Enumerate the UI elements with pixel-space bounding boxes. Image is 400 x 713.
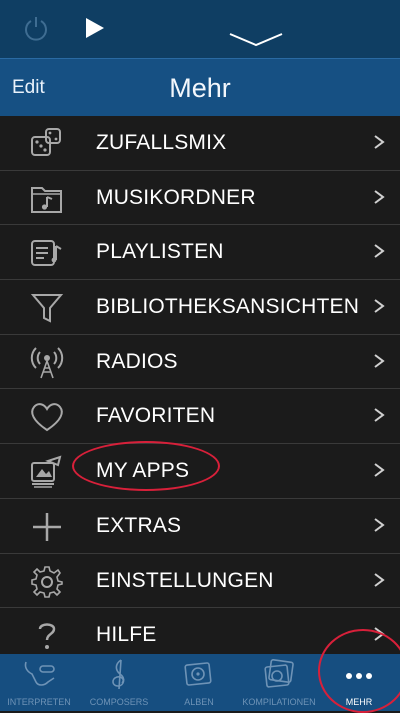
radio-tower-icon xyxy=(30,347,64,379)
apps-icon xyxy=(31,455,62,488)
more-menu-list: ZUFALLSMIX MUSIKORDNER PLAYLISTEN BIBLIO… xyxy=(0,116,400,663)
chevron-right-icon xyxy=(374,408,385,423)
menu-item-label: MY APPS xyxy=(96,459,190,483)
filter-icon xyxy=(30,294,64,323)
chevron-right-icon xyxy=(374,189,385,204)
collapse-chevron-icon[interactable] xyxy=(228,30,284,50)
chevron-right-icon xyxy=(374,463,385,477)
chevron-right-icon xyxy=(374,627,385,641)
menu-item-playlisten[interactable]: PLAYLISTEN xyxy=(0,225,400,281)
more-dots-icon xyxy=(346,673,372,679)
chevron-right-icon xyxy=(374,572,385,587)
play-icon[interactable] xyxy=(84,16,106,40)
menu-item-label: EXTRAS xyxy=(96,513,182,537)
plus-icon xyxy=(33,512,61,541)
menu-item-label: ZUFALLSMIX xyxy=(96,131,227,154)
chevron-right-icon xyxy=(374,353,385,368)
menu-item-bibliotheksansichten[interactable]: BIBLIOTHEKSANSICHTEN xyxy=(0,280,400,335)
album-icon xyxy=(184,662,212,686)
compilation-icon xyxy=(264,659,294,688)
menu-item-extras[interactable]: EXTRAS xyxy=(0,499,400,554)
menu-item-label: FAVORITEN xyxy=(96,404,216,428)
tab-kompilationen[interactable]: KOMPILATIONEN xyxy=(240,654,318,711)
menu-item-favoriten[interactable]: FAVORITEN xyxy=(0,389,400,445)
chevron-right-icon xyxy=(374,135,385,149)
heart-icon xyxy=(31,403,63,432)
chevron-right-icon xyxy=(374,518,385,532)
chevron-right-icon xyxy=(374,299,385,313)
menu-item-label: EINSTELLUNGEN xyxy=(96,568,274,592)
menu-item-my-apps[interactable]: MY APPS xyxy=(0,444,400,499)
page-title: Mehr xyxy=(169,73,231,103)
menu-item-label: RADIOS xyxy=(96,349,178,373)
menu-item-radios[interactable]: RADIOS xyxy=(0,335,400,390)
menu-item-label: PLAYLISTEN xyxy=(96,240,224,264)
tab-mehr[interactable]: MEHR xyxy=(320,654,398,711)
menu-item-musikordner[interactable]: MUSIKORDNER xyxy=(0,171,400,226)
tab-label: KOMPILATIONEN xyxy=(242,697,316,707)
nav-header: Edit Mehr xyxy=(0,58,400,116)
menu-item-label: BIBLIOTHEKSANSICHTEN xyxy=(96,295,360,319)
playlist-icon xyxy=(31,240,62,267)
music-folder-icon xyxy=(31,186,62,213)
menu-item-label: MUSIKORDNER xyxy=(96,185,256,209)
menu-item-zufallsmix[interactable]: ZUFALLSMIX xyxy=(0,116,400,171)
gear-icon xyxy=(31,565,63,598)
treble-clef-icon xyxy=(112,659,125,690)
menu-item-einstellungen[interactable]: EINSTELLUNGEN xyxy=(0,554,400,609)
tab-label: INTERPRETEN xyxy=(7,697,71,707)
player-bar xyxy=(0,0,400,58)
tab-alben[interactable]: ALBEN xyxy=(160,654,238,711)
menu-item-label: HILFE xyxy=(96,623,157,647)
bottom-tab-bar: INTERPRETEN COMPOSERS ALBEN KOMPILATIONE… xyxy=(0,654,400,711)
chevron-right-icon xyxy=(374,244,385,259)
power-icon[interactable] xyxy=(22,14,50,42)
tab-label: ALBEN xyxy=(184,697,214,707)
help-icon xyxy=(38,623,56,650)
artist-icon xyxy=(24,661,55,686)
tab-label: COMPOSERS xyxy=(89,697,149,707)
tab-interpreten[interactable]: INTERPRETEN xyxy=(0,654,78,711)
dice-icon xyxy=(31,128,61,156)
tab-label: MEHR xyxy=(345,697,373,707)
tab-composers[interactable]: COMPOSERS xyxy=(80,654,158,711)
